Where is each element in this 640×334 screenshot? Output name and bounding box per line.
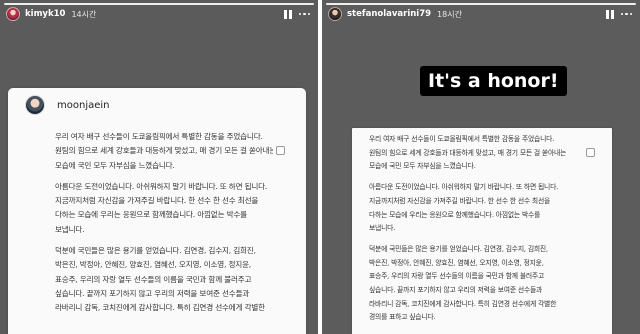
- post-paragraph: 덕분에 국민들은 많은 용기를 얻었습니다. 김연경, 김수지, 김희진, 박은…: [55, 244, 273, 315]
- story-controls: [284, 9, 310, 19]
- pause-icon[interactable]: [606, 9, 614, 19]
- story-left[interactable]: kimyk10 14시간 moonjaein 우리 여자 배구 선수들이 도쿄올…: [0, 0, 318, 334]
- post-line: 표승주, 우리의 자랑 열두 선수들의 이름을 국민과 함께 불러주고: [369, 272, 545, 281]
- post-line: 싶습니다. 끝까지 포기하지 않고 우리의 저력을 보여준 선수들과: [55, 288, 250, 298]
- post-line: 보냅니다.: [55, 224, 85, 234]
- post-line: 표승주, 우리의 자랑 열두 선수들의 이름을 국민과 함께 불러주고: [55, 274, 252, 284]
- avatar[interactable]: [6, 7, 20, 21]
- post-line: 원팀의 힘으로 세계 강호들과 대등하게 맞섰고, 매 경기 모든 걸 쏟아내는: [55, 146, 273, 156]
- post-line: 원팀의 힘으로 세계 강호들과 대등하게 맞섰고, 매 경기 모든 걸 쏟아내는: [369, 148, 567, 157]
- post-line: 박은진, 박정아, 안혜진, 양효진, 염혜선, 오지영, 이소영, 정지윤,: [369, 258, 544, 267]
- post-line: 경의를 표하고 싶습니다.: [369, 313, 436, 322]
- story-time-ago: 14시간: [71, 9, 97, 19]
- post-line: 박은진, 박정아, 안혜진, 양효진, 염혜선, 오지영, 이소영, 정지윤,: [55, 260, 252, 270]
- post-line: 다하는 모습에 우리는 응원으로 함께했습니다. 아낌없는 박수를: [369, 210, 541, 219]
- more-icon[interactable]: [299, 10, 310, 19]
- story-header: stefanolavarini79 18시간: [328, 7, 632, 21]
- story-time-ago: 18시간: [437, 9, 462, 19]
- post-line: 지금까지처럼 자신감을 가져주길 바랍니다. 한 선수 한 선수 최선을: [369, 196, 551, 205]
- post-header: moonjaein: [25, 95, 110, 115]
- post-body: 우리 여자 배구 선수들이 도쿄올림픽에서 특별한 감동을 주었습니다. 원팀의…: [369, 133, 597, 332]
- post-line: 라바리니 감독, 코치진에게 감사합니다. 특히 김연경 선수에게 각별한: [55, 303, 265, 313]
- story-text-sticker: It's a honor!: [420, 66, 567, 96]
- post-line: 보냅니다.: [369, 224, 396, 233]
- post-line: 덕분에 국민들은 많은 용기를 얻었습니다. 김연경, 김수지, 김희진,: [55, 246, 256, 256]
- post-line: 다하는 모습에 우리는 응원으로 함께했습니다. 아낌없는 박수를: [55, 210, 247, 220]
- avatar: [25, 95, 45, 115]
- story-username[interactable]: kimyk10: [25, 9, 65, 19]
- pause-icon[interactable]: [284, 9, 292, 19]
- post-paragraph: 우리 여자 배구 선수들이 도쿄올림픽에서 특별한 감동을 주었습니다. 원팀의…: [369, 133, 597, 174]
- post-line: 모습에 국민 모두 자부심을 느꼈습니다.: [369, 162, 476, 171]
- post-line: 우리 여자 배구 선수들이 도쿄올림픽에서 특별한 감동을 주었습니다.: [369, 135, 555, 143]
- post-body: 우리 여자 배구 선수들이 도쿄올림픽에서 특별한 감동을 주었습니다. 원팀의…: [55, 130, 273, 323]
- post-card: 우리 여자 배구 선수들이 도쿄올림픽에서 특별한 감동을 주었습니다. 원팀의…: [352, 128, 612, 334]
- post-paragraph: 아름다운 도전이었습니다. 아쉬워하지 말기 바랍니다. 또 하면 됩니다. 지…: [55, 180, 273, 237]
- post-line: 지금까지처럼 자신감을 가져주길 바랍니다. 한 선수 한 선수 최선을: [55, 196, 259, 206]
- post-paragraph: 덕분에 국민들은 많은 용기를 얻었습니다. 김연경, 김수지, 김희진, 박은…: [369, 243, 597, 325]
- post-paragraph: 우리 여자 배구 선수들이 도쿄올림픽에서 특별한 감동을 주었습니다. 원팀의…: [55, 130, 273, 173]
- post-line: 아름다운 도전이었습니다. 아쉬워하지 말기 바랍니다. 또 하면 됩니다.: [55, 181, 268, 191]
- story-progress-bar: [4, 3, 314, 5]
- post-line: 싶습니다. 끝까지 포기하지 않고 우리의 저력을 보여준 선수들과: [369, 286, 543, 295]
- post-paragraph: 아름다운 도전이었습니다. 아쉬워하지 말기 바랍니다. 또 하면 됩니다. 지…: [369, 181, 597, 236]
- stamp-icon: [586, 148, 595, 157]
- post-line: 아름다운 도전이었습니다. 아쉬워하지 말기 바랍니다. 또 하면 됩니다.: [369, 183, 559, 192]
- post-author: moonjaein: [57, 99, 110, 111]
- story-header: kimyk10 14시간: [6, 7, 310, 21]
- post-line: 우리 여자 배구 선수들이 도쿄올림픽에서 특별한 감동을 주었습니다.: [55, 132, 263, 141]
- post-line: 모습에 국민 모두 자부심을 느꼈습니다.: [55, 160, 175, 170]
- story-controls: [606, 9, 632, 19]
- story-username[interactable]: stefanolavarini79: [347, 9, 431, 19]
- more-icon[interactable]: [621, 10, 632, 19]
- stamp-icon: [276, 146, 285, 155]
- post-line: 라바리니 감독, 코치진에게 감사합니다. 특히 김연경 선수에게 각별한: [369, 299, 557, 308]
- avatar[interactable]: [328, 7, 342, 21]
- post-card: moonjaein 우리 여자 배구 선수들이 도쿄올림픽에서 특별한 감동을 …: [8, 88, 306, 334]
- story-progress-bar: [326, 3, 636, 5]
- post-line: 덕분에 국민들은 많은 용기를 얻었습니다. 김연경, 김수지, 김희진,: [369, 244, 548, 253]
